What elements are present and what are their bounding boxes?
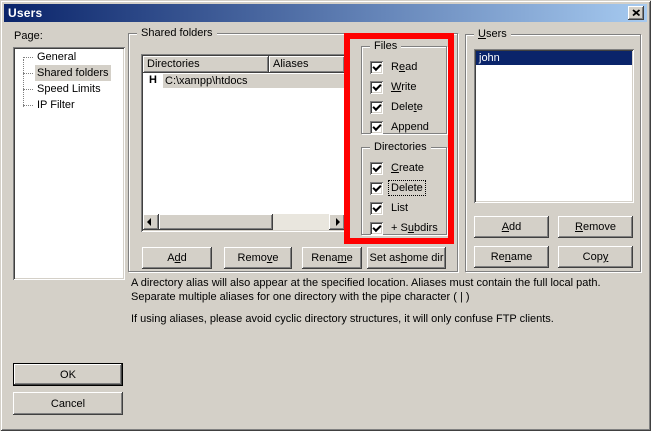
checkbox-files-delete[interactable]: Delete	[370, 100, 425, 114]
tree-item-general[interactable]: General	[15, 49, 123, 65]
scroll-left-icon[interactable]	[143, 214, 159, 230]
set-as-home-dir-button[interactable]: Set as home dir	[367, 247, 446, 269]
tree-item-shared-folders[interactable]: Shared folders	[15, 65, 123, 81]
checkbox-files-write[interactable]: Write	[370, 80, 418, 94]
home-marker: H	[143, 73, 163, 88]
scrollbar-thumb[interactable]	[159, 214, 273, 230]
window-title: Users	[8, 6, 42, 20]
checkbox-icon[interactable]	[370, 121, 383, 134]
table-row[interactable]: H C:\xampp\htdocs	[143, 73, 345, 88]
close-button[interactable]	[628, 6, 644, 20]
shared-folders-group-label: Shared folders	[137, 26, 217, 40]
page-tree: General Shared folders Speed Limits IP F…	[13, 47, 125, 280]
checkbox-icon[interactable]	[370, 81, 383, 94]
horizontal-scrollbar[interactable]	[143, 214, 345, 230]
listview-header: Directories Aliases	[143, 56, 345, 73]
shared-folders-listview: Directories Aliases H C:\xampp\htdocs	[141, 54, 347, 232]
tree-item-ip-filter[interactable]: IP Filter	[15, 97, 123, 113]
remove-user-button[interactable]: Remove	[558, 216, 633, 238]
copy-user-button[interactable]: Copy	[558, 246, 633, 268]
directories-group-label: Directories	[370, 140, 431, 154]
rename-folder-button[interactable]: Rename	[302, 247, 362, 269]
users-group: Users john Add Remove Rename Copy	[465, 34, 641, 272]
title-bar[interactable]: Users	[4, 4, 647, 22]
column-header-aliases[interactable]: Aliases	[269, 56, 345, 73]
remove-folder-button[interactable]: Remove	[224, 247, 292, 269]
cyclic-note: If using aliases, please avoid cyclic di…	[131, 312, 638, 326]
checkbox-icon[interactable]	[370, 182, 383, 195]
cancel-button[interactable]: Cancel	[13, 392, 123, 415]
shared-folders-group: Shared folders Directories Aliases H C:\…	[128, 33, 458, 272]
checkbox-icon[interactable]	[370, 222, 383, 235]
page-label: Page:	[14, 30, 43, 42]
checkbox-icon[interactable]	[370, 162, 383, 175]
checkbox-icon[interactable]	[370, 61, 383, 74]
checkbox-files-read[interactable]: Read	[370, 60, 419, 74]
scroll-right-icon[interactable]	[329, 214, 345, 230]
close-icon	[632, 9, 641, 17]
alias-help-text: A directory alias will also appear at th…	[131, 276, 638, 334]
users-group-label: Users	[474, 27, 511, 41]
checkbox-icon[interactable]	[370, 202, 383, 215]
add-user-button[interactable]: Add	[474, 216, 549, 238]
files-permissions-group: Files Read Write Delete Append	[361, 46, 447, 134]
directory-cell: C:\xampp\htdocs	[163, 74, 345, 88]
rename-user-button[interactable]: Rename	[474, 246, 549, 268]
column-header-directories[interactable]: Directories	[143, 56, 269, 73]
checkbox-files-append[interactable]: Append	[370, 120, 431, 134]
tree-item-speed-limits[interactable]: Speed Limits	[15, 81, 123, 97]
add-folder-button[interactable]: Add	[142, 247, 212, 269]
directories-permissions-group: Directories Create Delete List + Subdirs	[361, 147, 447, 235]
checkbox-dirs-subdirs[interactable]: + Subdirs	[370, 221, 440, 235]
scrollbar-track[interactable]	[273, 214, 329, 230]
checkbox-icon[interactable]	[370, 101, 383, 114]
files-group-label: Files	[370, 39, 401, 53]
checkbox-dirs-create[interactable]: Create	[370, 161, 426, 175]
users-dialog: Users Page: General Shared folders Speed…	[0, 0, 651, 431]
users-listbox[interactable]: john	[474, 49, 634, 203]
checkbox-dirs-list[interactable]: List	[370, 201, 410, 215]
checkbox-dirs-delete[interactable]: Delete	[370, 181, 425, 195]
alias-note: A directory alias will also appear at th…	[131, 276, 638, 304]
list-item-user[interactable]: john	[476, 51, 632, 65]
ok-button[interactable]: OK	[13, 363, 123, 386]
